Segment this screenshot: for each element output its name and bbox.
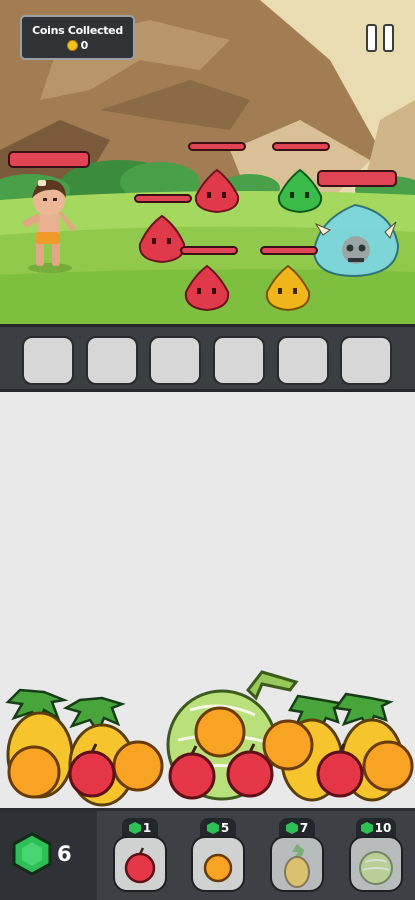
melon-card (349, 836, 403, 892)
gem-count: 6 (57, 842, 72, 866)
price-tag: 7 (279, 818, 315, 838)
pause-icon (366, 24, 377, 52)
apple-card (113, 836, 167, 892)
gem-icon (360, 822, 373, 834)
player-health-bar (8, 151, 90, 168)
orange[interactable] (194, 706, 246, 758)
apple-price: 1 (142, 821, 152, 835)
buy-melon-button[interactable]: 10 (349, 818, 403, 894)
buy-pineapple-button[interactable]: 7 (270, 818, 324, 894)
orange[interactable] (362, 740, 414, 792)
enemy-health-bar (260, 246, 318, 255)
gem-icon (206, 822, 219, 834)
buy-apple-button[interactable]: 1 (113, 818, 167, 894)
pause-icon (383, 24, 394, 52)
coin-icon (66, 40, 78, 51)
orange-price: 5 (220, 821, 230, 835)
pineapple-price: 7 (299, 821, 309, 835)
fruit-slot-5[interactable] (277, 336, 329, 385)
fruit-slot-6[interactable] (340, 336, 392, 385)
fruit-slot-bar (0, 324, 415, 392)
pineapple-icon (284, 844, 310, 888)
orange[interactable] (7, 745, 61, 799)
fruit-slot-4[interactable] (213, 336, 265, 385)
orange[interactable] (112, 740, 164, 792)
gem-wallet (0, 811, 97, 900)
melon-price: 10 (374, 821, 392, 835)
orange[interactable] (262, 719, 314, 771)
boss-health-bar (317, 170, 397, 187)
enemy-health-bar (180, 246, 238, 255)
orange-card (191, 836, 245, 892)
pause-button[interactable] (366, 24, 396, 52)
enemy-health-bar (188, 142, 246, 151)
fruit-slot-1[interactable] (22, 336, 74, 385)
price-tag: 10 (356, 818, 396, 838)
fruit-slot-2[interactable] (86, 336, 138, 385)
melon-icon (359, 851, 393, 885)
apple-icon (124, 847, 156, 884)
fruit-pile (5, 670, 414, 807)
gem-icon (285, 822, 298, 834)
enemy-health-bar (272, 142, 330, 151)
orange-icon (203, 853, 233, 883)
buy-orange-button[interactable]: 5 (191, 818, 245, 894)
enemy-health-bar (134, 194, 192, 203)
coins-collected-value: 0 (80, 39, 89, 52)
coins-collected-title: Coins Collected (32, 24, 123, 37)
coins-collected-row: 0 (22, 39, 133, 52)
fruit-slot-3[interactable] (149, 336, 201, 385)
price-tag: 5 (200, 818, 236, 838)
gem-icon (128, 822, 141, 834)
gem-icon (12, 832, 52, 876)
pineapple-card (270, 836, 324, 892)
coins-collected-panel: Coins Collected 0 (20, 15, 135, 60)
price-tag: 1 (122, 818, 158, 838)
